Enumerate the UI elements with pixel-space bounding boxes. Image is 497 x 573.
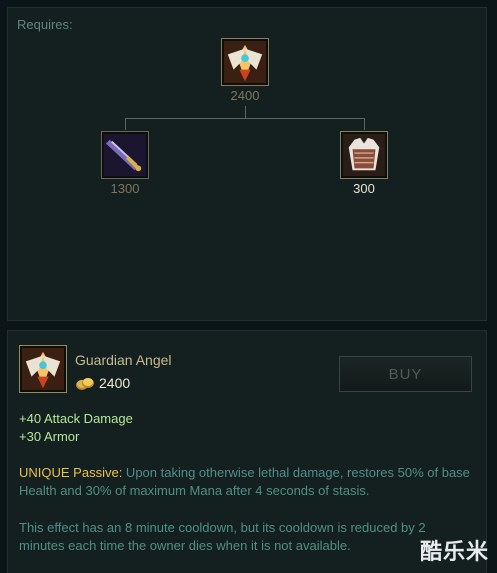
chain-vest-icon [340, 131, 388, 179]
recipe-root-item[interactable]: 2400 [215, 38, 275, 103]
item-cost: 2400 [75, 375, 130, 391]
cooldown-note: This effect has an 8 minute cooldown, bu… [19, 520, 426, 553]
tree-line-right [364, 118, 365, 130]
item-name: Guardian Angel [75, 352, 172, 368]
stat-attack-damage: +40 Attack Damage [19, 411, 133, 426]
recipe-panel: Requires: 2400 1300 300 [7, 7, 487, 321]
tree-line-left [125, 118, 126, 130]
watermark: 酷乐米 [419, 540, 489, 565]
buy-button[interactable]: BUY [339, 356, 472, 392]
item-detail-panel: Guardian Angel 2400 BUY +40 Attack Damag… [7, 330, 487, 573]
bf-sword-icon [101, 131, 149, 179]
tree-line-vertical [245, 106, 246, 118]
stat-armor: +30 Armor [19, 429, 80, 444]
passive-label: UNIQUE Passive: [19, 465, 123, 480]
passive-description: UNIQUE Passive: Upon taking otherwise le… [19, 464, 474, 500]
guardian-angel-icon [19, 345, 67, 393]
guardian-angel-icon [221, 38, 269, 86]
recipe-component-chain-vest[interactable]: 300 [334, 131, 394, 196]
requires-label: Requires: [17, 17, 73, 32]
item-cost-value: 2400 [99, 375, 131, 391]
recipe-component-bf-sword[interactable]: 1300 [95, 131, 155, 196]
gold-coins-icon [76, 378, 94, 390]
tree-line-horizontal [125, 118, 365, 119]
recipe-root-price: 2400 [230, 88, 260, 103]
component-price-chain-vest: 300 [353, 181, 375, 196]
component-price-bf-sword: 1300 [110, 181, 140, 196]
